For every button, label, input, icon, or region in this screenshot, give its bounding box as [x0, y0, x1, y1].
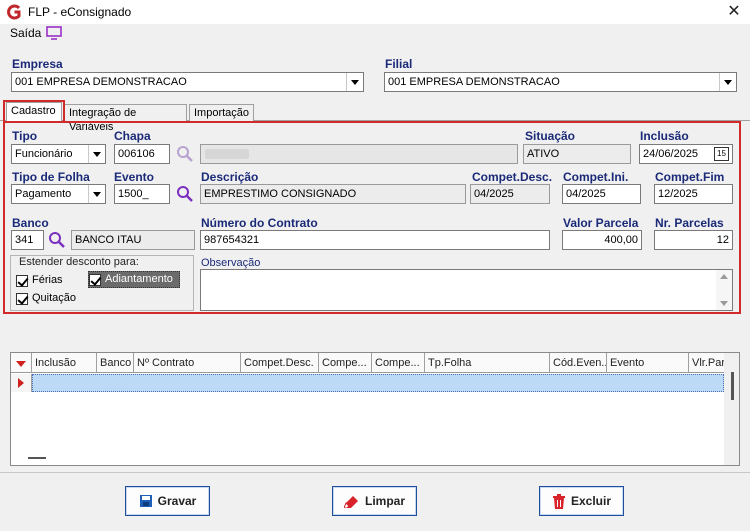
tab-highlight	[3, 100, 65, 123]
quitacao-label[interactable]: Quitação	[32, 292, 76, 304]
evento-label: Evento	[114, 170, 155, 184]
monitor-icon[interactable]	[46, 26, 62, 40]
tab-integracao-variaveis[interactable]: Integração de Variáveis	[64, 104, 187, 133]
compet-ini-input[interactable]: 04/2025	[562, 184, 641, 204]
tipo-folha-value: Pagamento	[15, 188, 72, 200]
ferias-checkbox[interactable]	[16, 275, 28, 287]
grid-col-inclusao[interactable]: Inclusão	[32, 353, 97, 373]
excluir-label: Excluir	[570, 494, 612, 508]
nr-parcelas-label: Nr. Parcelas	[655, 216, 724, 230]
compet-desc-label: Compet.Desc.	[472, 170, 553, 184]
trash-icon	[552, 493, 565, 509]
redacted-name	[205, 149, 249, 159]
tipo-folha-label: Tipo de Folha	[12, 170, 90, 184]
eraser-icon	[343, 496, 358, 508]
grid-vscrollbar[interactable]	[724, 353, 739, 465]
grid-col-compet-ini[interactable]: Compe...	[319, 353, 372, 373]
chapa-input[interactable]: 006106	[114, 144, 170, 164]
inclusao-value: 24/06/2025	[643, 148, 699, 160]
grid-col-banco[interactable]: Banco	[97, 353, 134, 373]
evento-input[interactable]: 1500_	[114, 184, 170, 204]
situacao-label: Situação	[525, 129, 576, 143]
tipo-label: Tipo	[12, 129, 38, 143]
grid-col-vlr-parcela[interactable]: Vlr.Par	[689, 353, 724, 373]
estender-group-title: Estender desconto para:	[17, 256, 141, 268]
limpar-button[interactable]: Limpar	[332, 486, 417, 516]
chevron-down-icon	[88, 145, 105, 163]
menu-saida[interactable]: Saída	[10, 26, 41, 40]
observacao-textarea[interactable]	[200, 269, 733, 311]
banco-label: Banco	[12, 216, 49, 230]
compet-ini-label: Compet.Ini.	[563, 170, 629, 184]
filial-label: Filial	[385, 57, 413, 71]
chevron-down-icon	[719, 73, 736, 91]
grid-col-evento[interactable]: Evento	[607, 353, 689, 373]
tab-importacao[interactable]: Importação	[189, 104, 254, 121]
tipo-value: Funcionário	[15, 148, 73, 160]
scroll-up-icon[interactable]	[719, 272, 729, 280]
quitacao-checkbox[interactable]	[16, 293, 28, 305]
excluir-button[interactable]: Excluir	[539, 486, 624, 516]
filial-select[interactable]: 001 EMPRESA DEMONSTRACAO	[384, 72, 737, 92]
grid-col-tp-folha[interactable]: Tp.Folha	[425, 353, 550, 373]
row-pointer-icon	[11, 374, 32, 392]
grid-col-compet-fim[interactable]: Compe...	[372, 353, 425, 373]
footer-separator	[0, 472, 750, 473]
save-icon	[139, 495, 152, 507]
grid-vscroll-thumb[interactable]	[731, 372, 734, 400]
window-title: FLP - eConsignado	[28, 5, 132, 19]
banco-code-input[interactable]: 341	[11, 230, 44, 250]
grid-col-contrato[interactable]: Nº Contrato	[134, 353, 241, 373]
grid-col-cod-evento[interactable]: Cód.Even...	[550, 353, 607, 373]
scroll-down-icon[interactable]	[719, 300, 729, 308]
grid-hscroll-thumb[interactable]	[28, 457, 46, 459]
table-row[interactable]	[32, 374, 724, 392]
valor-parcela-label: Valor Parcela	[563, 216, 639, 230]
limpar-label: Limpar	[364, 494, 405, 508]
banco-name-field: BANCO ITAU	[71, 230, 195, 250]
descricao-label: Descrição	[201, 170, 259, 184]
empresa-value: 001 EMPRESA DEMONSTRACAO	[15, 76, 187, 88]
numero-contrato-label: Número do Contrato	[201, 216, 318, 230]
calendar-icon[interactable]: 15	[714, 147, 729, 161]
nr-parcelas-input[interactable]: 12	[654, 230, 733, 250]
situacao-field: ATIVO	[523, 144, 631, 164]
compet-fim-input[interactable]: 12/2025	[654, 184, 733, 204]
chevron-down-icon	[346, 73, 363, 91]
adiantamento-checkbox[interactable]	[89, 274, 101, 286]
chevron-down-icon	[88, 185, 105, 203]
tipo-select[interactable]: Funcionário	[11, 144, 106, 164]
numero-contrato-input[interactable]: 987654321	[200, 230, 550, 250]
inclusao-label: Inclusão	[640, 129, 689, 143]
chapa-label: Chapa	[114, 129, 151, 143]
grid-col-compet-desc[interactable]: Compet.Desc.	[241, 353, 319, 373]
valor-parcela-input[interactable]: 400,00	[562, 230, 642, 250]
empresa-label: Empresa	[12, 57, 63, 71]
grid-header-indicator	[11, 353, 32, 373]
search-icon[interactable]	[48, 231, 66, 249]
empresa-select[interactable]: 001 EMPRESA DEMONSTRACAO	[11, 72, 364, 92]
adiantamento-label[interactable]: Adiantamento	[105, 273, 173, 285]
app-logo-icon	[7, 4, 21, 20]
observacao-label: Observação	[201, 257, 261, 269]
descricao-field: EMPRESTIMO CONSIGNADO	[200, 184, 466, 204]
gravar-button[interactable]: Gravar	[125, 486, 210, 516]
ferias-label[interactable]: Férias	[32, 274, 63, 286]
compet-fim-label: Compet.Fim	[655, 170, 725, 184]
tipo-folha-select[interactable]: Pagamento	[11, 184, 106, 204]
close-icon[interactable]: ✕	[724, 2, 744, 22]
search-icon[interactable]	[176, 185, 194, 203]
compet-desc-field: 04/2025	[470, 184, 550, 204]
gravar-label: Gravar	[157, 494, 197, 508]
search-icon[interactable]	[176, 145, 194, 163]
filial-value: 001 EMPRESA DEMONSTRACAO	[388, 76, 560, 88]
